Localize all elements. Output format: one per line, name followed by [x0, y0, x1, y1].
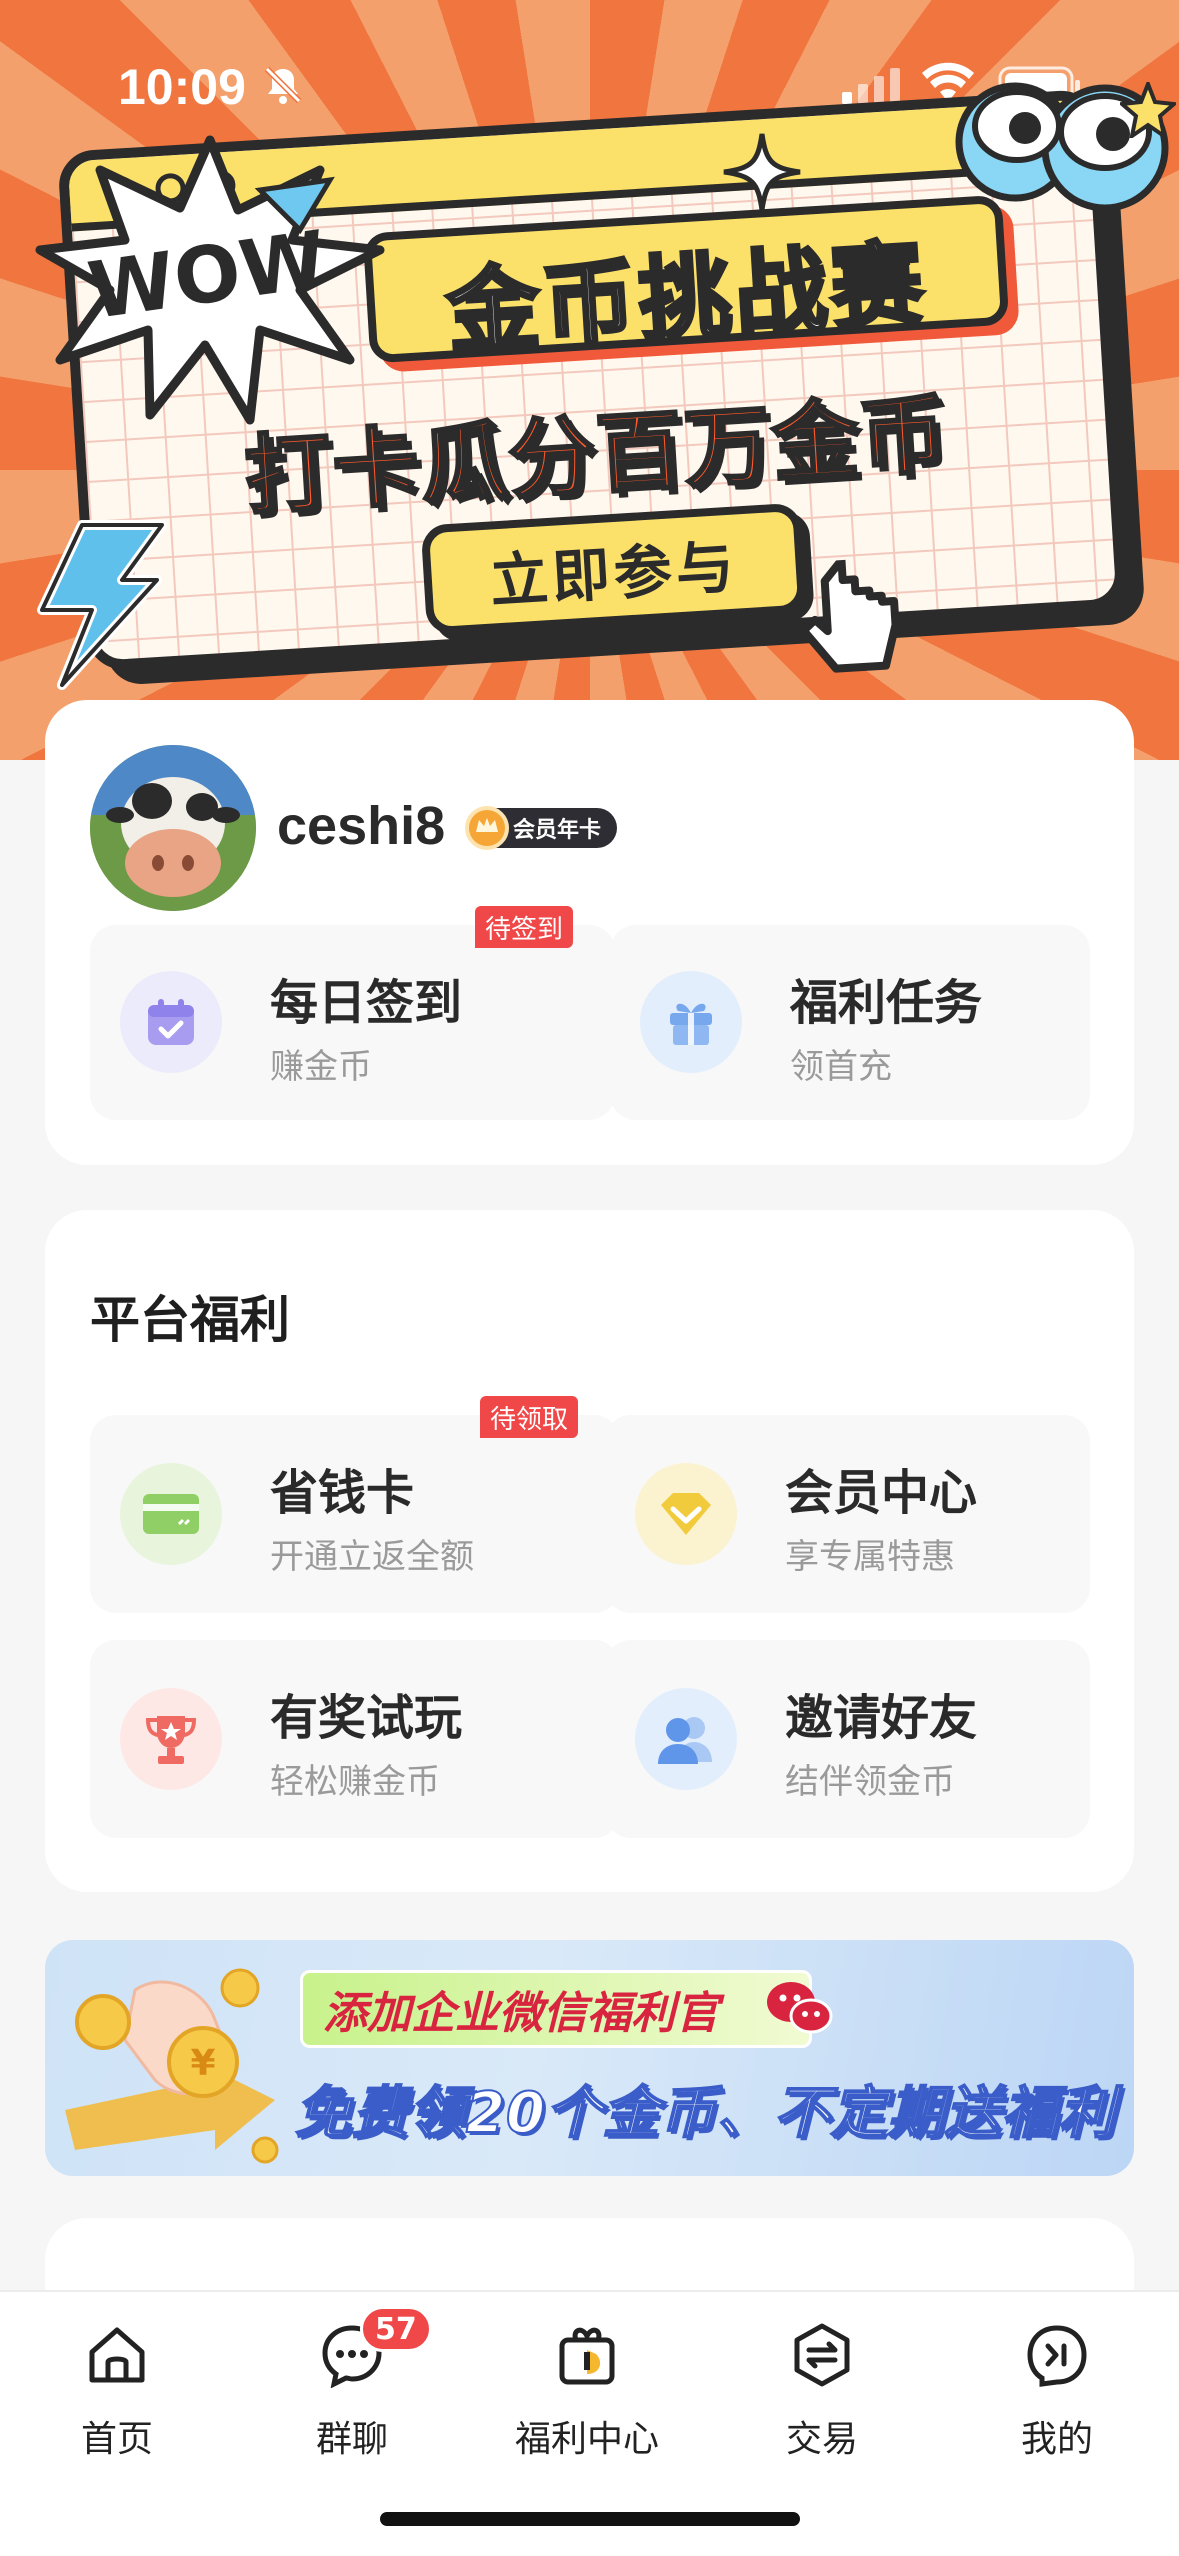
welfare-icon	[559, 2327, 615, 2385]
avatar[interactable]	[90, 745, 256, 911]
tab-profile[interactable]: 我的	[957, 2322, 1157, 2472]
tab-label: 福利中心	[514, 2419, 659, 2460]
coin-hand-icon: ¥	[65, 1968, 279, 2164]
tile-subtitle: 赚金币	[270, 1047, 372, 1087]
gift-icon	[670, 1003, 712, 1045]
tab-trade[interactable]: 交易	[722, 2322, 922, 2472]
profile-card: ceshi8 会员年卡 每日签到 赚金币 待签到 福利任务 领首充	[45, 700, 1134, 1165]
tab-welfare-center[interactable]: 福利中心	[487, 2322, 687, 2472]
reward-trial-tile[interactable]: 有奖试玩 轻松赚金币	[90, 1640, 620, 1838]
tile-title: 每日签到	[270, 975, 463, 1031]
member-badge[interactable]: 会员年卡	[465, 806, 618, 850]
tile-subtitle: 开通立返全额	[270, 1537, 474, 1577]
tile-title: 福利任务	[790, 975, 983, 1031]
calendar-check-icon	[148, 999, 194, 1045]
tab-home[interactable]: 首页	[17, 2322, 217, 2472]
hero-banner[interactable]: 10:09 金币挑战赛 打卡瓜分百万金币 立即参与 WOW	[0, 0, 1179, 760]
tile-subtitle: 享专属特惠	[785, 1537, 955, 1577]
home-indicator[interactable]	[380, 2512, 800, 2526]
promo-title: 添加企业微信福利官	[300, 1970, 812, 2048]
lightning-icon	[37, 520, 167, 690]
trophy-icon	[145, 1716, 197, 1764]
tile-subtitle: 轻松赚金币	[270, 1762, 440, 1802]
daily-checkin-tile[interactable]: 每日签到 赚金币	[90, 925, 615, 1120]
signal-icon	[842, 68, 900, 104]
tab-label: 首页	[80, 2419, 153, 2460]
svg-text:¥: ¥	[190, 2043, 215, 2084]
trade-icon	[794, 2323, 850, 2387]
join-now-button[interactable]: 立即参与	[420, 502, 807, 636]
section-title: 平台福利	[90, 1291, 290, 1349]
status-time: 10:09	[118, 59, 246, 115]
card-icon	[143, 1494, 199, 1534]
tile-title: 省钱卡	[270, 1465, 415, 1521]
status-tag: 待签到	[475, 906, 574, 948]
diamond-icon	[661, 1493, 711, 1535]
saving-card-tile[interactable]: 省钱卡 开通立返全额	[90, 1415, 620, 1613]
platform-welfare-card: 平台福利 省钱卡 开通立返全额 待领取 会员中心 享专属特惠 有奖试玩 轻松赚金…	[45, 1210, 1134, 1892]
status-tag: 待领取	[480, 1396, 579, 1438]
invite-friends-tile[interactable]: 邀请好友 结伴领金币	[605, 1640, 1090, 1838]
member-center-tile[interactable]: 会员中心 享专属特惠	[605, 1415, 1090, 1613]
tile-subtitle: 领首充	[790, 1047, 892, 1087]
tile-title: 有奖试玩	[270, 1690, 463, 1746]
tab-label: 群聊	[315, 2419, 388, 2460]
tile-subtitle: 结伴领金币	[785, 1762, 955, 1802]
bell-off-icon	[264, 66, 302, 104]
profile-icon	[1027, 2325, 1087, 2387]
tab-label: 交易	[785, 2419, 858, 2460]
crown-medal-icon	[465, 806, 509, 850]
username: ceshi8	[277, 796, 446, 856]
welfare-task-tile[interactable]: 福利任务 领首充	[610, 925, 1090, 1120]
wow-burst-icon: WOW	[35, 135, 385, 425]
wechat-promo-banner[interactable]: ¥ 添加企业微信福利官 免费领20个金币、不定期送福利	[45, 1940, 1134, 2176]
tile-title: 会员中心	[785, 1465, 978, 1521]
tile-title: 邀请好友	[785, 1690, 978, 1746]
unread-badge: 57	[360, 2306, 432, 2352]
promo-subtitle: 免费领20个金币、不定期送福利	[294, 2080, 1116, 2147]
tab-label: 我的	[1020, 2419, 1093, 2460]
member-badge-label: 会员年卡	[513, 818, 602, 843]
star-icon	[1120, 82, 1176, 138]
sparkle-icon	[723, 133, 801, 211]
users-icon	[658, 1717, 712, 1764]
hand-cursor-icon	[799, 556, 900, 673]
wechat-icon	[767, 1982, 833, 2034]
tab-group-chat[interactable]: 57 群聊	[252, 2306, 452, 2472]
home-icon	[89, 2327, 145, 2383]
